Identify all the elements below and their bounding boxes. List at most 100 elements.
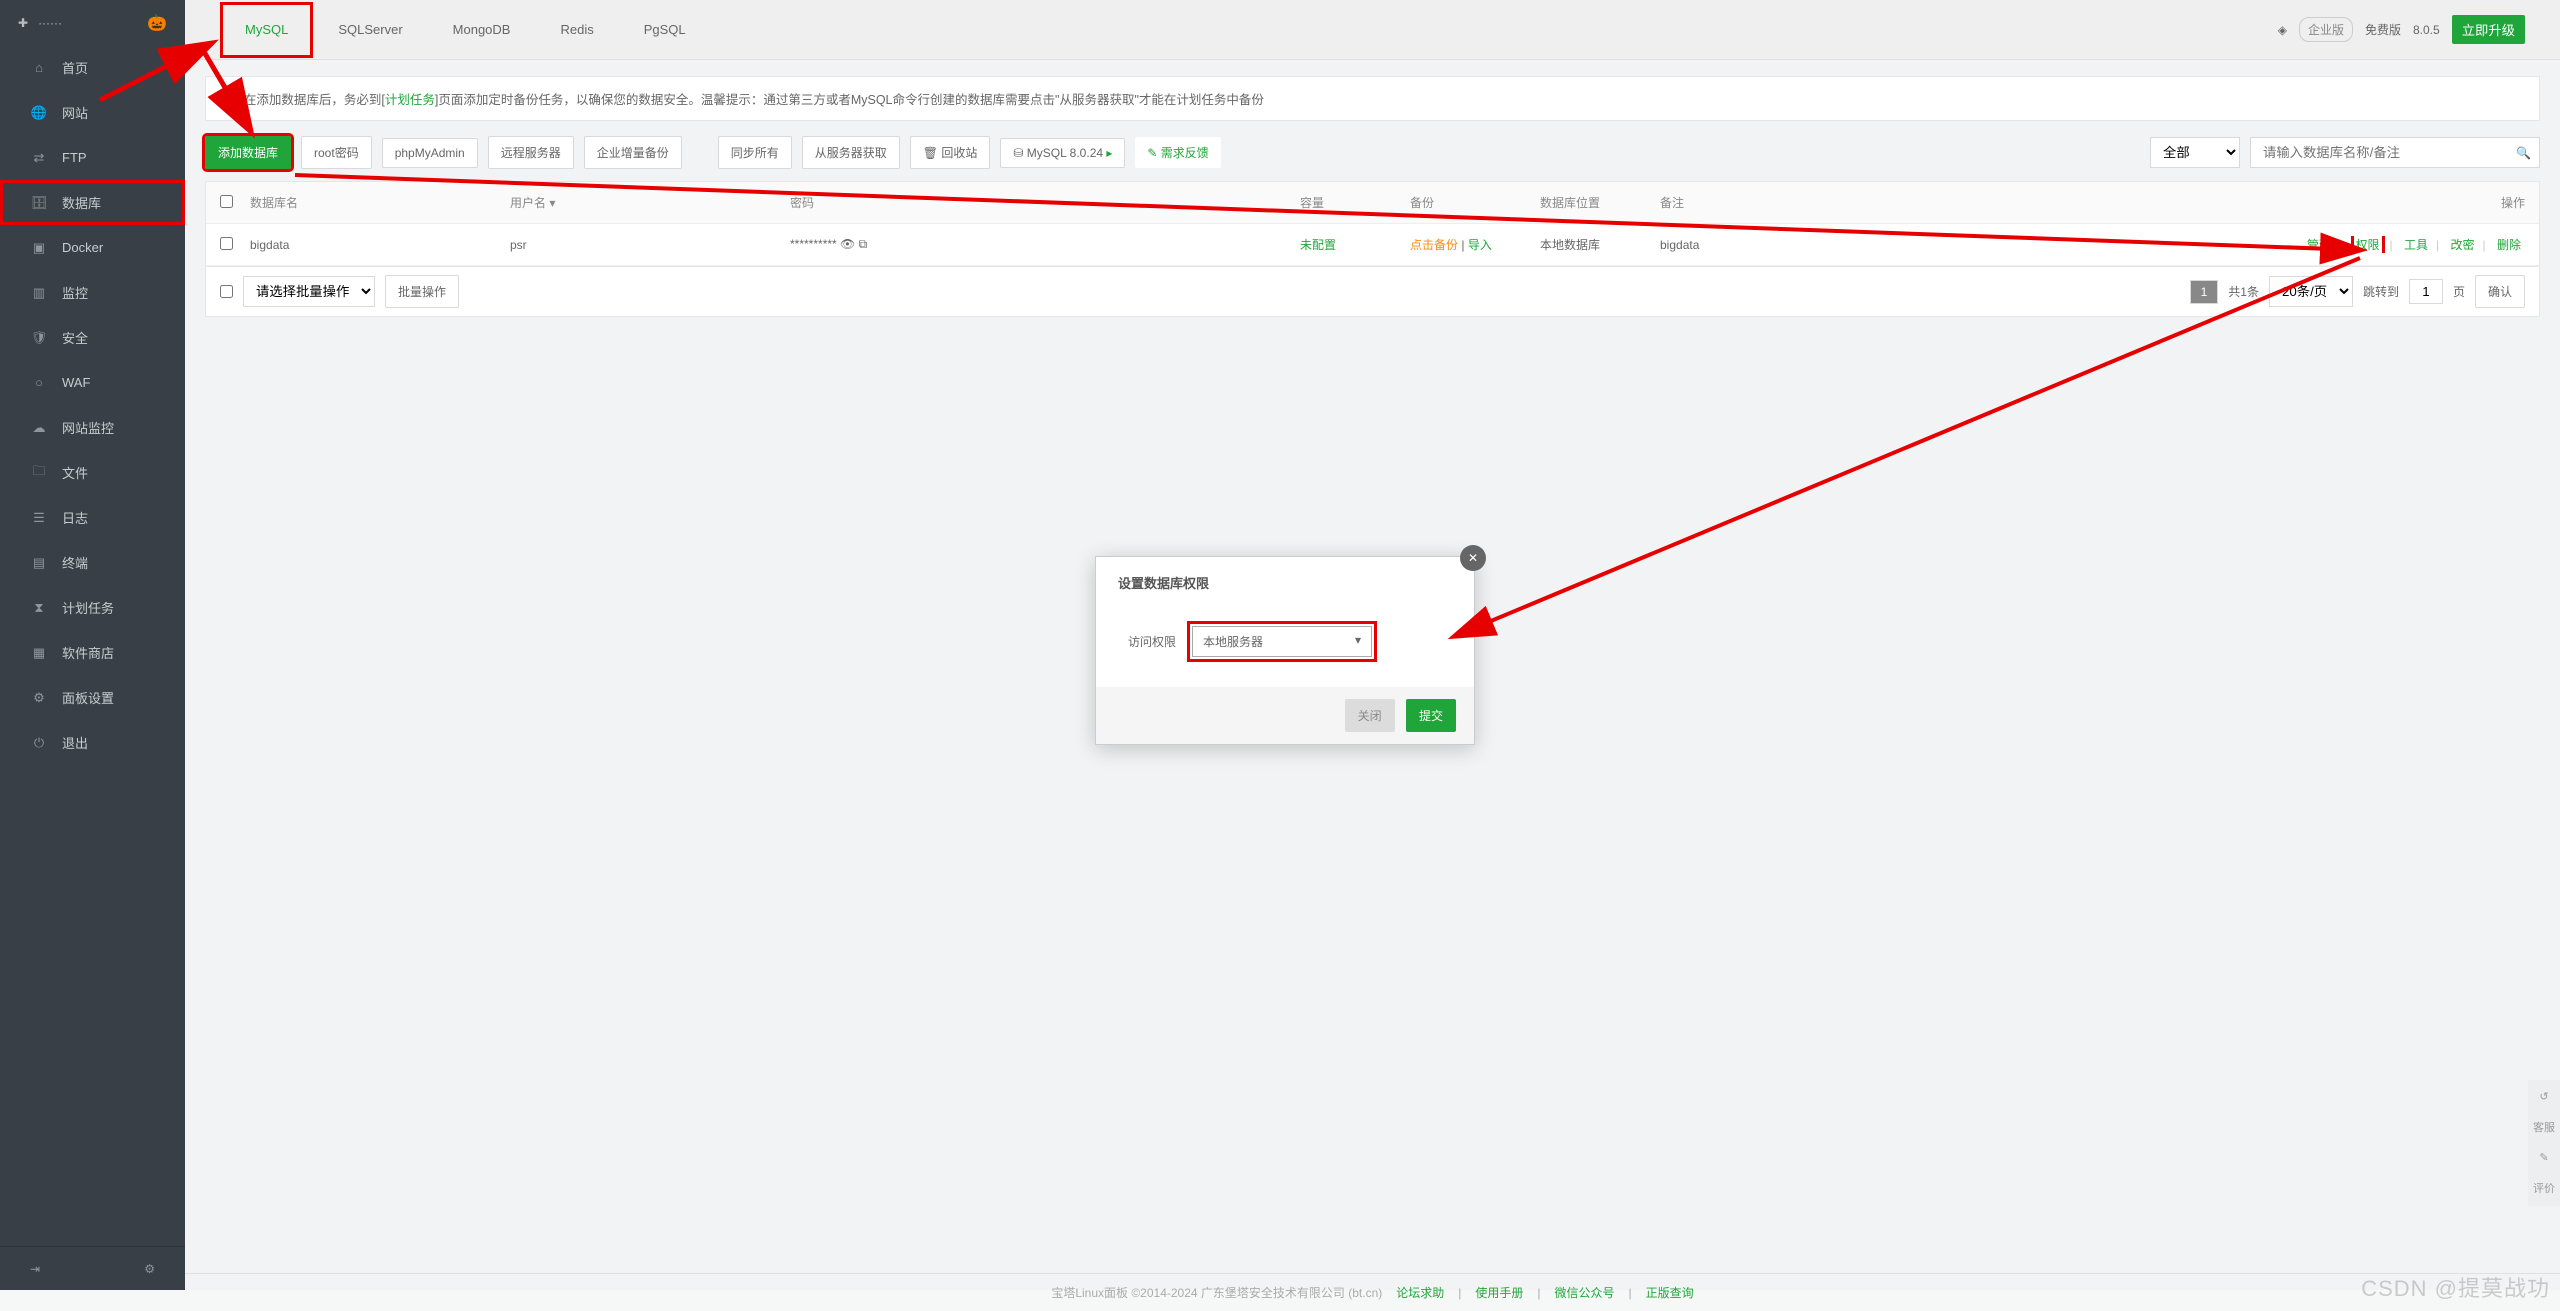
modal-body: 访问权限 本地服务器 ▾ [1096, 608, 1474, 687]
col-backup: 备份 [1410, 194, 1540, 211]
sidebar-item-5[interactable]: ▥监控 [0, 270, 185, 315]
sidebar-item-3[interactable]: 🗄 数据库 [0, 180, 185, 225]
batch-checkbox[interactable] [220, 285, 233, 298]
batch-row: 请选择批量操作 批量操作 1 共1条 20条/页 跳转到 页 确认 [205, 267, 2540, 317]
cell-name: bigdata [250, 238, 510, 252]
side-rate[interactable]: 评价 [2530, 1174, 2558, 1202]
feedback-link[interactable]: ✎ 需求反馈 [1135, 137, 1220, 168]
row-checkbox[interactable] [220, 237, 233, 250]
batch-select[interactable]: 请选择批量操作 [243, 276, 375, 307]
mysql-ver-button[interactable]: ⛁ MySQL 8.0.24 ▸ [1000, 138, 1125, 168]
db-icon: ⛁ [1013, 146, 1026, 160]
sync-all-button[interactable]: 同步所有 [718, 136, 792, 169]
modal-close-button[interactable]: ✕ [1460, 545, 1486, 571]
permission-modal: ✕ 设置数据库权限 访问权限 本地服务器 ▾ 关闭 提交 [1095, 556, 1475, 745]
side-feedback[interactable]: ✎ [2530, 1145, 2558, 1170]
cell-remark[interactable]: bigdata [1660, 238, 2295, 252]
access-select[interactable]: 本地服务器 ▾ [1192, 626, 1372, 657]
import-link[interactable]: 导入 [1468, 238, 1492, 252]
eye-icon[interactable]: 👁 [840, 237, 855, 251]
sidebar-icon-6: 🛡 [30, 330, 48, 346]
fetch-server-button[interactable]: 从服务器获取 [802, 136, 900, 169]
sidebar-item-7[interactable]: ○WAF [0, 360, 185, 405]
tab-mongodb[interactable]: MongoDB [428, 2, 536, 58]
recycle-button[interactable]: 🗑 回收站 [910, 136, 991, 169]
per-page-select[interactable]: 20条/页 [2269, 276, 2353, 307]
settings-icon[interactable]: ⚙ [144, 1262, 155, 1276]
op-manage[interactable]: 管理 [2307, 238, 2331, 252]
backup-link[interactable]: 点击备份 [1410, 238, 1458, 252]
tab-pgsql[interactable]: PgSQL [619, 2, 711, 58]
sidebar-item-2[interactable]: ⇄FTP [0, 135, 185, 180]
notice-bar: ▲ 在添加数据库后，务必到[计划任务]页面添加定时备份任务，以确保您的数据安全。… [205, 76, 2540, 121]
tab-mysql[interactable]: MySQL [220, 2, 313, 58]
toolbar: 添加数据库 root密码 phpMyAdmin 远程服务器 企业增量备份 同步所… [205, 136, 2540, 169]
collapse-icon[interactable]: ⇥ [30, 1262, 40, 1276]
sidebar-icon-3: 🗄 [30, 195, 48, 211]
notice-link[interactable]: 计划任务 [385, 93, 435, 107]
root-pwd-button[interactable]: root密码 [301, 136, 372, 169]
footer-link-forum[interactable]: 论坛求助 [1396, 1284, 1444, 1301]
modal-submit-btn[interactable]: 提交 [1406, 699, 1456, 732]
side-float: ↺ 客服 ✎ 评价 [2528, 1080, 2560, 1206]
page-input[interactable] [2409, 279, 2443, 304]
sidebar-icon-11: ▤ [30, 555, 48, 571]
op-chpwd[interactable]: 改密 [2451, 238, 2475, 252]
copy-icon[interactable]: ⧉ [859, 237, 868, 251]
sidebar-item-8[interactable]: ☁网站监控 [0, 405, 185, 450]
tab-sqlserver[interactable]: SQLServer [313, 2, 427, 58]
sidebar-item-15[interactable]: ⏻退出 [0, 720, 185, 765]
inc-backup-button[interactable]: 企业增量备份 [584, 136, 682, 169]
tab-redis[interactable]: Redis [535, 2, 618, 58]
add-db-button[interactable]: 添加数据库 [205, 136, 291, 169]
sidebar-label-5: 监控 [62, 283, 88, 302]
sidebar-item-9[interactable]: 🗀文件 [0, 450, 185, 495]
sidebar-item-13[interactable]: ▦软件商店 [0, 630, 185, 675]
play-icon: ▸ [1103, 146, 1112, 160]
sidebar-item-11[interactable]: ▤终端 [0, 540, 185, 585]
footer-link-verify[interactable]: 正版查询 [1646, 1284, 1694, 1301]
watermark: CSDN @提莫战功 [2361, 1271, 2550, 1303]
sidebar-icon-14: ⚙ [30, 690, 48, 706]
sidebar-item-12[interactable]: ⧗计划任务 [0, 585, 185, 630]
pma-button[interactable]: phpMyAdmin [382, 138, 478, 168]
sidebar-item-10[interactable]: ☰日志 [0, 495, 185, 540]
copyright: 宝塔Linux面板 ©2014-2024 广东堡塔安全技术有限公司 (bt.cn… [1051, 1284, 1382, 1301]
sidebar-item-4[interactable]: ▣Docker [0, 225, 185, 270]
op-permission[interactable]: 权限 [2354, 236, 2382, 253]
cell-quota[interactable]: 未配置 [1300, 236, 1410, 253]
remote-server-button[interactable]: 远程服务器 [488, 136, 574, 169]
sidebar-icon-9: 🗀 [30, 462, 48, 484]
col-user: 用户名 ▾ [510, 194, 790, 211]
sidebar-label-15: 退出 [62, 733, 88, 752]
sidebar-item-1[interactable]: 🌐网站 [0, 90, 185, 135]
sidebar-icon-12: ⧗ [30, 600, 48, 616]
search-input[interactable] [2259, 138, 2516, 167]
modal-close-btn[interactable]: 关闭 [1345, 699, 1395, 732]
sidebar-item-14[interactable]: ⚙面板设置 [0, 675, 185, 720]
filter-select[interactable]: 全部 [2150, 137, 2240, 168]
col-remark: 备注 [1660, 194, 2295, 211]
modal-footer: 关闭 提交 [1096, 687, 1474, 744]
footer-link-manual[interactable]: 使用手册 [1475, 1284, 1523, 1301]
page-go-button[interactable]: 确认 [2475, 275, 2525, 308]
footer-link-wechat[interactable]: 微信公众号 [1555, 1284, 1615, 1301]
side-refresh[interactable]: ↺ [2530, 1084, 2558, 1109]
sidebar-bottom: ⇥ ⚙ [0, 1246, 185, 1290]
sidebar-icon-2: ⇄ [30, 150, 48, 166]
batch-button[interactable]: 批量操作 [385, 275, 459, 308]
tabbar-right: ◈ 企业版 免费版 8.0.5 立即升级 [2278, 15, 2525, 44]
db-table: 数据库名 用户名 ▾ 密码 容量 备份 数据库位置 备注 操作 bigdata … [205, 181, 2540, 267]
select-all-checkbox[interactable] [220, 195, 233, 208]
op-delete[interactable]: 删除 [2497, 238, 2521, 252]
sidebar-item-0[interactable]: ⌂首页 [0, 45, 185, 90]
sidebar-item-6[interactable]: 🛡安全 [0, 315, 185, 360]
page-current[interactable]: 1 [2190, 280, 2219, 304]
upgrade-button[interactable]: 立即升级 [2452, 15, 2525, 44]
col-quota: 容量 [1300, 194, 1410, 211]
sidebar-label-3: 数据库 [62, 193, 101, 212]
pager: 1 共1条 20条/页 跳转到 页 确认 [2190, 275, 2525, 308]
search-icon[interactable]: 🔍 [2516, 146, 2531, 160]
op-tools[interactable]: 工具 [2404, 238, 2428, 252]
side-support[interactable]: 客服 [2530, 1113, 2558, 1141]
